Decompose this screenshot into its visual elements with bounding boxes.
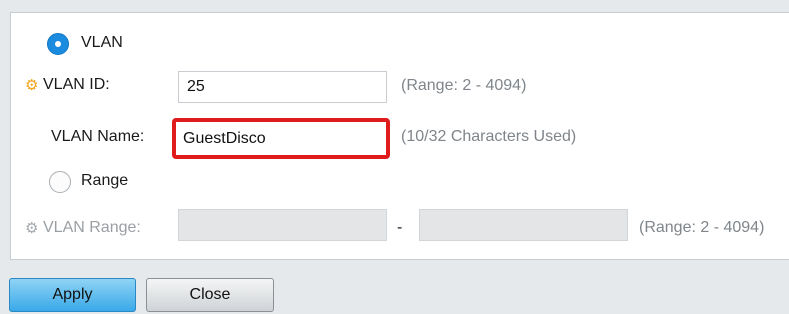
range-radio-label: Range (81, 172, 129, 189)
vlan-id-label: VLAN ID: (43, 76, 110, 93)
vlan-form-panel: VLAN ⚙ VLAN ID: (Range: 2 - 4094) VLAN N… (10, 12, 789, 260)
gear-icon: ⚙ (25, 220, 39, 237)
vlan-range-separator: - (397, 219, 403, 236)
gear-icon: ⚙ (25, 77, 39, 94)
vlan-radio-label: VLAN (81, 34, 123, 51)
vlan-name-input[interactable] (172, 118, 390, 159)
vlan-id-input[interactable] (178, 71, 387, 103)
vlan-range-hint: (Range: 2 - 4094) (639, 219, 765, 236)
range-radio-button[interactable] (49, 171, 71, 193)
apply-button[interactable]: Apply (9, 278, 136, 312)
vlan-name-chars-hint: (10/32 Characters Used) (401, 128, 577, 145)
vlan-range-start-input[interactable] (178, 209, 387, 241)
close-button[interactable]: Close (146, 278, 274, 312)
vlan-range-label: VLAN Range: (43, 219, 141, 236)
vlan-range-end-input[interactable] (419, 209, 628, 241)
vlan-name-label: VLAN Name: (51, 128, 145, 145)
vlan-radio-button[interactable] (47, 33, 69, 55)
vlan-id-range-hint: (Range: 2 - 4094) (401, 77, 527, 94)
